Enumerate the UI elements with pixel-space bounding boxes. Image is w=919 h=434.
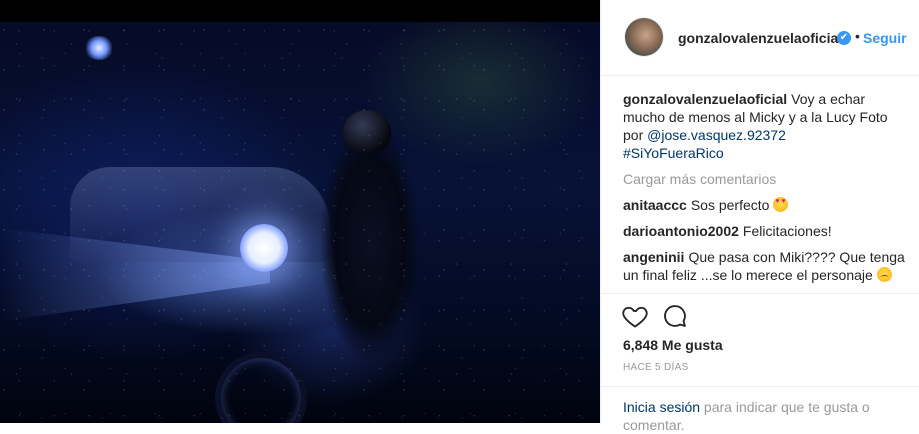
heart-eyes-emoji-icon	[773, 197, 789, 212]
divider	[601, 293, 919, 294]
caption-hashtag-link[interactable]: #SiYoFueraRico	[623, 145, 724, 161]
caption: gonzalovalenzuelaoficial Voy a echar much…	[623, 90, 908, 162]
verified-badge-icon: ✔	[837, 31, 851, 45]
header-username[interactable]: gonzalovalenzuelaoficial	[678, 30, 842, 46]
comment-username[interactable]: anitaaccc	[623, 197, 687, 213]
comment-item: darioantonio2002 Felicitaciones!	[623, 222, 908, 240]
rain-overlay	[0, 22, 600, 423]
header-separator: •	[855, 28, 860, 44]
sad-face-emoji-icon	[876, 267, 892, 282]
comments-list[interactable]: gonzalovalenzuelaoficial Voy a echar much…	[623, 90, 908, 290]
divider	[601, 386, 919, 387]
post-timestamp: Hace 5 días	[623, 362, 689, 373]
load-more-comments-button[interactable]: Cargar más comentarios	[623, 170, 908, 188]
heart-outline-icon[interactable]	[621, 302, 649, 330]
post-photo[interactable]	[0, 22, 600, 423]
post-header: gonzalovalenzuelaoficial ✔ • Seguir	[601, 0, 919, 76]
comment-username[interactable]: angeninii	[623, 249, 684, 265]
login-link[interactable]: Inicia sesión	[623, 399, 700, 415]
caption-mention-link[interactable]: @jose.vasquez.92372	[647, 127, 786, 143]
follow-button[interactable]: Seguir	[863, 30, 907, 46]
top-black-bar	[0, 0, 600, 22]
comment-text: Sos perfecto	[690, 197, 774, 213]
post-sidebar: gonzalovalenzuelaoficial ✔ • Seguir gonz…	[600, 0, 919, 433]
caption-username[interactable]: gonzalovalenzuelaoficial	[623, 91, 787, 107]
comment-username[interactable]: darioantonio2002	[623, 223, 739, 239]
comment-text: Felicitaciones!	[742, 223, 832, 239]
comment-item: anitaaccc Sos perfecto	[623, 196, 908, 214]
likes-count[interactable]: 6,848 Me gusta	[623, 337, 723, 353]
login-prompt: Inicia sesión para indicar que te gusta …	[623, 398, 913, 434]
avatar[interactable]	[625, 18, 663, 56]
comment-item: angeninii Que pasa con Miki???? Que tenga…	[623, 248, 908, 284]
speech-bubble-icon[interactable]	[661, 302, 689, 330]
